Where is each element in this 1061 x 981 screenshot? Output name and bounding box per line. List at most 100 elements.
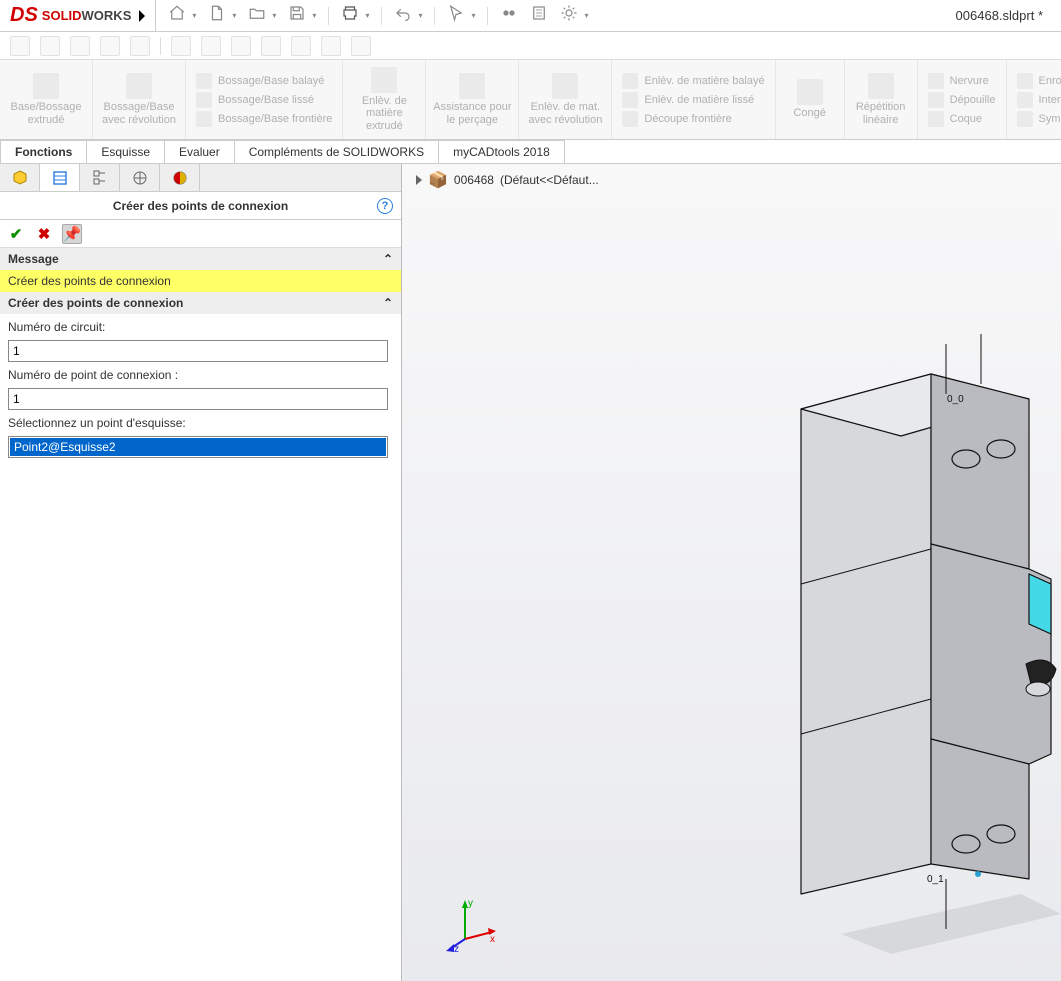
fillet-button[interactable]: Congé	[782, 79, 838, 119]
tab-fonctions[interactable]: Fonctions	[0, 140, 87, 163]
tool-icon[interactable]	[40, 36, 60, 56]
swept-boss-button[interactable]: Bossage/Base balayé	[196, 73, 332, 89]
separator	[434, 7, 435, 25]
dropdown-caret-icon[interactable]: ▾	[418, 11, 422, 20]
pin-button[interactable]: 📌	[62, 224, 82, 244]
ribbon-label: Bossage/Base frontière	[218, 113, 332, 125]
section-header-message[interactable]: Message ⌃	[0, 248, 401, 270]
graphics-viewport[interactable]: 📦 006468 (Défaut<<Défaut...	[402, 164, 1061, 981]
feature-manager-tab[interactable]	[0, 164, 40, 191]
intersect-button[interactable]: Intersection	[1017, 92, 1061, 108]
command-manager-tabs: Fonctions Esquisse Evaluer Compléments d…	[0, 140, 1061, 164]
linear-pattern-button[interactable]: Répétition linéaire	[851, 73, 911, 125]
file-props-icon[interactable]	[530, 4, 548, 27]
lofted-boss-button[interactable]: Bossage/Base lissé	[196, 92, 332, 108]
tool-icon[interactable]	[231, 36, 251, 56]
label-select-sketch-point: Sélectionnez un point d'esquisse:	[8, 416, 393, 430]
cancel-button[interactable]: ✖	[34, 224, 54, 244]
ribbon-label: Bossage/Base lissé	[218, 94, 314, 106]
collapse-caret-icon: ⌃	[383, 252, 393, 266]
hole-wizard-button[interactable]: Assistance pour le perçage	[432, 73, 512, 125]
ribbon-label: Dépouille	[950, 94, 996, 106]
selected-sketch-point[interactable]: Point2@Esquisse2	[10, 438, 386, 456]
property-manager-tab[interactable]	[40, 164, 80, 191]
secondary-toolbar	[0, 32, 1061, 60]
ribbon-group-features1: Base/Bossage extrudé	[0, 60, 93, 139]
input-circuit-number[interactable]	[8, 340, 388, 362]
ribbon-label: Congé	[793, 107, 825, 119]
boundary-cut-button[interactable]: Découpe frontière	[622, 111, 764, 127]
print-icon[interactable]	[341, 4, 359, 27]
select-icon[interactable]	[447, 4, 465, 27]
separator	[160, 37, 161, 55]
tool-icon[interactable]	[171, 36, 191, 56]
shell-button[interactable]: Coque	[928, 111, 996, 127]
menu-expand-icon[interactable]	[139, 10, 145, 22]
flyout-feature-tree[interactable]: 📦 006468 (Défaut<<Défaut...	[416, 170, 599, 190]
part-name: 006468	[454, 173, 494, 187]
tab-mycadtools[interactable]: myCADtools 2018	[438, 140, 565, 163]
main-area: Créer des points de connexion ? ✔ ✖ 📌 Me…	[0, 164, 1061, 981]
revolved-cut-button[interactable]: Enlèv. de mat. avec révolution	[525, 73, 605, 125]
dropdown-caret-icon[interactable]: ▾	[272, 11, 276, 20]
ribbon-label: Enlèv. de matière balayé	[644, 75, 764, 87]
swept-cut-button[interactable]: Enlèv. de matière balayé	[622, 73, 764, 89]
help-icon[interactable]: ?	[377, 198, 393, 214]
ok-button[interactable]: ✔	[6, 224, 26, 244]
ribbon-group-misc2: Enroulement Intersection Symétrie	[1007, 60, 1061, 139]
save-icon[interactable]	[288, 4, 306, 27]
tool-icon[interactable]	[351, 36, 371, 56]
dropdown-caret-icon[interactable]: ▾	[312, 11, 316, 20]
new-file-icon[interactable]	[208, 4, 226, 27]
dropdown-caret-icon[interactable]: ▾	[365, 11, 369, 20]
tool-icon[interactable]	[201, 36, 221, 56]
tool-icon[interactable]	[291, 36, 311, 56]
app-logo: DS SOLIDWORKS	[0, 0, 156, 32]
tool-icon[interactable]	[261, 36, 281, 56]
options-gear-icon[interactable]	[560, 4, 578, 27]
rib-button[interactable]: Nervure	[928, 73, 996, 89]
mirror-button[interactable]: Symétrie	[1017, 111, 1061, 127]
tab-esquisse[interactable]: Esquisse	[86, 140, 165, 163]
dimxpert-manager-tab[interactable]	[120, 164, 160, 191]
ribbon-label: Coque	[950, 113, 982, 125]
ribbon-label: Enlèv. de matière lissé	[644, 94, 754, 106]
dropdown-caret-icon[interactable]: ▾	[471, 11, 475, 20]
message-body: Créer des points de connexion	[0, 270, 401, 292]
tool-icon[interactable]	[10, 36, 30, 56]
tool-icon[interactable]	[70, 36, 90, 56]
display-manager-tab[interactable]	[160, 164, 200, 191]
tool-icon[interactable]	[100, 36, 120, 56]
draft-button[interactable]: Dépouille	[928, 92, 996, 108]
ribbon-label: Enroulement	[1039, 75, 1061, 87]
section-header-form[interactable]: Créer des points de connexion ⌃	[0, 292, 401, 314]
home-icon[interactable]	[168, 4, 186, 27]
input-cpoint-number[interactable]	[8, 388, 388, 410]
view-triad: y x z	[440, 894, 500, 957]
ribbon: Base/Bossage extrudé Bossage/Base avec r…	[0, 60, 1061, 140]
lofted-cut-button[interactable]: Enlèv. de matière lissé	[622, 92, 764, 108]
configuration-manager-tab[interactable]	[80, 164, 120, 191]
boundary-boss-button[interactable]: Bossage/Base frontière	[196, 111, 332, 127]
rebuild-icon[interactable]	[500, 4, 518, 27]
ribbon-group-cutstack: Enlèv. de matière balayé Enlèv. de matiè…	[612, 60, 775, 139]
tab-complements[interactable]: Compléments de SOLIDWORKS	[234, 140, 439, 163]
selection-box[interactable]: Point2@Esquisse2	[8, 436, 388, 458]
section-label: Message	[8, 252, 59, 266]
tool-icon[interactable]	[130, 36, 150, 56]
tab-evaluer[interactable]: Evaluer	[164, 140, 235, 163]
expand-tree-icon[interactable]	[416, 175, 422, 185]
tool-icon[interactable]	[321, 36, 341, 56]
extruded-cut-button[interactable]: Enlèv. de matière extrudé	[349, 67, 419, 131]
open-file-icon[interactable]	[248, 4, 266, 27]
logo-ds-icon: DS	[10, 4, 38, 27]
extruded-boss-button[interactable]: Base/Bossage extrudé	[6, 73, 86, 125]
dropdown-caret-icon[interactable]: ▾	[232, 11, 236, 20]
revolved-boss-button[interactable]: Bossage/Base avec révolution	[99, 73, 179, 125]
dropdown-caret-icon[interactable]: ▾	[584, 11, 588, 20]
ribbon-label: Bossage/Base balayé	[218, 75, 324, 87]
wrap-button[interactable]: Enroulement	[1017, 73, 1061, 89]
dropdown-caret-icon[interactable]: ▾	[192, 11, 196, 20]
ribbon-label: Répétition linéaire	[851, 101, 911, 125]
undo-icon[interactable]	[394, 4, 412, 27]
